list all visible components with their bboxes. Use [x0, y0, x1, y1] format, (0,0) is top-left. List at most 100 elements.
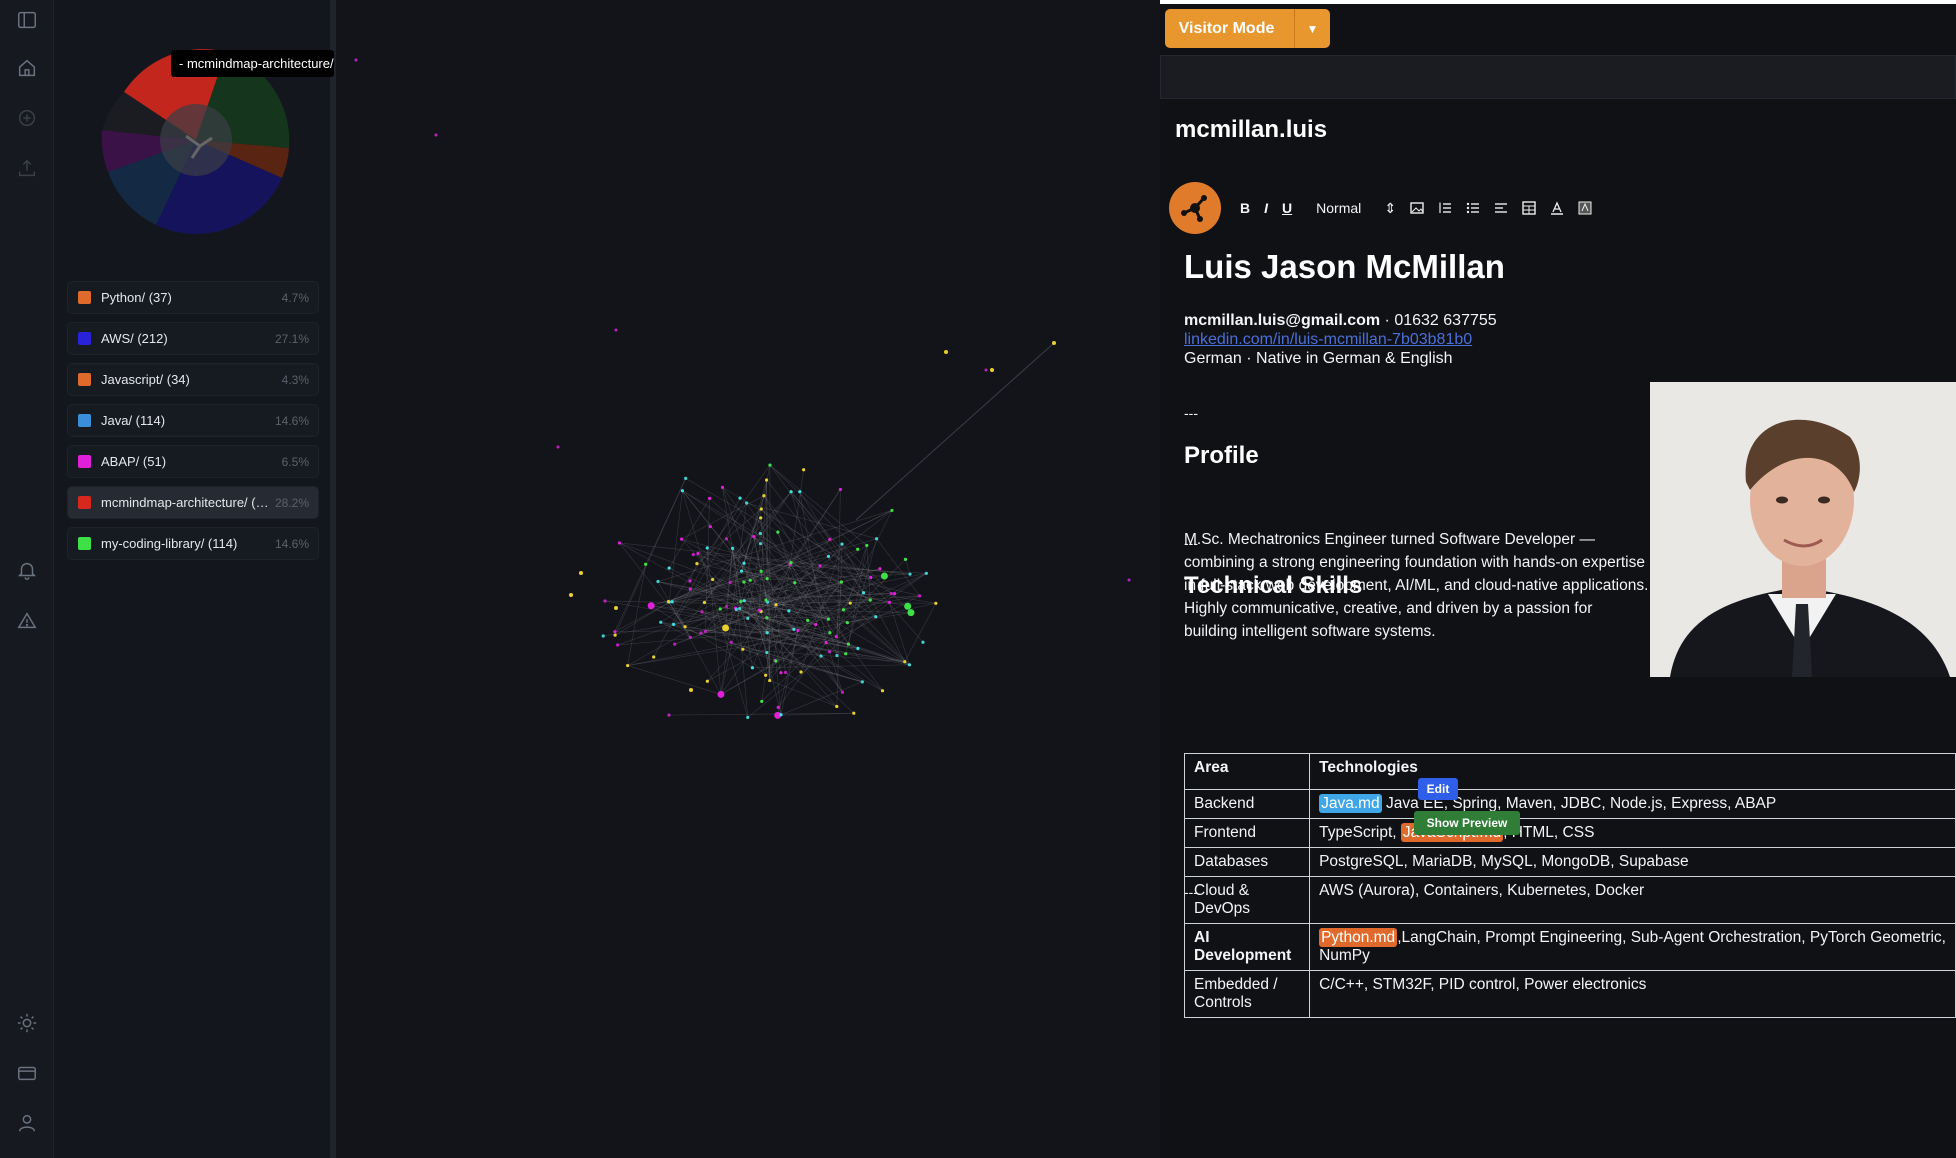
- profile-heading: Profile: [1184, 442, 1259, 469]
- folder-item-aws[interactable]: AWS/ (212) 27.1%: [67, 322, 319, 355]
- area-cell: Backend: [1183, 789, 1311, 819]
- graph-node: [679, 537, 684, 541]
- show-preview-popup-button[interactable]: Show Preview: [1414, 811, 1520, 835]
- graph-nodes[interactable]: [354, 58, 1131, 719]
- note-reference-chip[interactable]: Python.md: [1319, 928, 1398, 947]
- graph-node: [760, 699, 764, 703]
- graph-node: [779, 713, 783, 717]
- folder-item-my-coding-library[interactable]: my-coding-library/ (114) 14.6%: [67, 527, 319, 560]
- folder-percent: 4.7%: [281, 290, 309, 305]
- folder-color-swatch: [78, 291, 91, 304]
- format-toolbar: B I U Normal ⇕: [1240, 196, 1592, 220]
- note-reference-chip[interactable]: Java.md: [1319, 794, 1382, 813]
- folder-percent: 4.3%: [281, 372, 309, 387]
- graph-node: [907, 609, 915, 617]
- text-style-select[interactable]: Normal ⇕: [1316, 200, 1396, 217]
- graph-node: [814, 623, 818, 627]
- graph-node: [746, 616, 750, 620]
- graph-node: [579, 571, 583, 575]
- folder-label: Python/ (37): [101, 290, 172, 305]
- folder-label: Java/ (114): [101, 413, 166, 428]
- graph-node: [806, 618, 810, 622]
- skills-table[interactable]: Area Technologies Backend Java.md Java E…: [1183, 753, 1956, 1018]
- graph-node: [846, 642, 851, 646]
- italic-button[interactable]: I: [1264, 200, 1268, 216]
- highlight-icon[interactable]: [1578, 201, 1592, 215]
- folder-item-python[interactable]: Python/ (37) 4.7%: [67, 281, 319, 314]
- graph-node: [787, 609, 791, 613]
- select-arrows-icon: ⇕: [1384, 199, 1397, 216]
- tech-cell: PostgreSQL, MariaDB, MySQL, MongoDB, Sup…: [1309, 847, 1956, 877]
- folder-item-java[interactable]: Java/ (114) 14.6%: [67, 404, 319, 437]
- table-row: Embedded / Controls C/C++, STM32F, PID c…: [1183, 970, 1956, 1018]
- text-color-icon[interactable]: [1550, 201, 1564, 215]
- graph-node: [826, 554, 831, 558]
- note-editor: Visitor Mode ▼ mcmillan.luis B I U Norma…: [1160, 0, 1956, 1158]
- graph-node: [691, 553, 695, 557]
- table-header-cell: Technologies: [1309, 753, 1956, 790]
- upload-icon[interactable]: [15, 156, 39, 180]
- folder-percent: 28.2%: [274, 495, 309, 510]
- card-icon[interactable]: [15, 1061, 39, 1085]
- graph-node: [729, 640, 733, 644]
- graph-node: [990, 368, 994, 372]
- graph-node: [738, 496, 742, 500]
- graph-node: [868, 598, 872, 602]
- knowledge-graph[interactable]: [336, 0, 1160, 1158]
- chevron-down-icon[interactable]: ▼: [1294, 9, 1330, 48]
- visitor-mode-button[interactable]: Visitor Mode ▼: [1165, 9, 1330, 48]
- graph-node: [802, 468, 806, 472]
- graph-node: [673, 642, 677, 646]
- graph-node: [613, 630, 617, 634]
- graph-node: [689, 688, 693, 692]
- bell-icon[interactable]: [15, 558, 39, 582]
- graph-node: [768, 463, 772, 467]
- folder-color-swatch: [78, 373, 91, 386]
- folder-label: Javascript/ (34): [101, 372, 190, 387]
- knowledge-graph-canvas[interactable]: [336, 0, 1160, 1158]
- graph-node: [652, 655, 656, 659]
- graph-node: [984, 368, 988, 372]
- folder-item-mcmindmap-architecture[interactable]: mcmindmap-architecture/ (221) 28.2%: [67, 486, 319, 519]
- note-title: mcmillan.luis: [1175, 116, 1328, 143]
- bold-button[interactable]: B: [1240, 200, 1250, 216]
- graph-node: [856, 646, 860, 651]
- area-cell: Frontend: [1183, 818, 1311, 848]
- table-icon[interactable]: [1522, 201, 1536, 215]
- graph-node: [644, 562, 648, 566]
- folder-item-javascript[interactable]: Javascript/ (34) 4.3%: [67, 363, 319, 396]
- bullet-list-icon[interactable]: [1466, 201, 1480, 215]
- folder-item-abap[interactable]: ABAP/ (51) 6.5%: [67, 445, 319, 478]
- ordered-list-icon[interactable]: [1438, 201, 1452, 215]
- linkedin-link[interactable]: linkedin.com/in/luis-mcmillan-7b03b81b0: [1184, 331, 1472, 348]
- graph-node: [776, 705, 780, 710]
- user-icon[interactable]: [15, 1111, 39, 1135]
- warning-icon[interactable]: [15, 609, 39, 633]
- sun-icon[interactable]: [15, 1011, 39, 1035]
- image-icon[interactable]: [1410, 201, 1424, 215]
- graph-node: [861, 591, 866, 595]
- graph-node: [779, 671, 783, 675]
- graph-node: [774, 603, 778, 607]
- underline-button[interactable]: U: [1282, 200, 1292, 216]
- folder-percent: 27.1%: [274, 331, 309, 346]
- sidebar-toggle-icon[interactable]: [15, 8, 39, 32]
- graph-node: [840, 542, 844, 546]
- add-circle-icon[interactable]: [15, 106, 39, 130]
- edit-popup-button[interactable]: Edit: [1418, 778, 1458, 800]
- graph-node: [659, 620, 663, 624]
- graph-node: [742, 561, 746, 565]
- graph-node: [745, 501, 749, 505]
- graph-node: [759, 507, 763, 511]
- graph-node: [569, 593, 573, 597]
- graph-node: [839, 580, 844, 584]
- graph-node: [824, 640, 828, 645]
- align-left-icon[interactable]: [1494, 201, 1508, 215]
- app-logo-icon[interactable]: [1169, 182, 1221, 234]
- graph-node: [688, 587, 692, 591]
- graph-node: [734, 607, 738, 612]
- graph-node: [765, 631, 769, 635]
- home-icon[interactable]: [15, 56, 39, 80]
- graph-node: [699, 631, 703, 635]
- graph-node: [907, 663, 912, 667]
